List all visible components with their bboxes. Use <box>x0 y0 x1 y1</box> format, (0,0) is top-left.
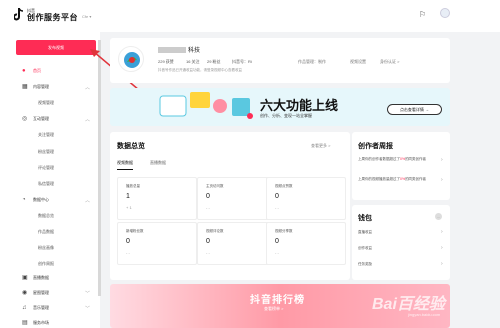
wallet-row-creation[interactable]: 创作收益 <box>358 246 372 251</box>
weekly-line-creator[interactable]: 上周你的创作者数据超过了0%的同类创作者 <box>358 157 446 162</box>
sidebar-item-follow[interactable]: 关注管理 <box>38 132 54 138</box>
works-manage-meta[interactable]: 作品管理：制作 <box>298 59 326 65</box>
chevron-right-icon[interactable]: › <box>441 229 443 235</box>
banner-subtitle: 创作、分析、变现一站全掌握 <box>260 113 312 118</box>
wallet-row-tasks[interactable]: 任务奖励 <box>358 262 372 267</box>
verification-link[interactable]: 身份认证 > <box>380 59 399 65</box>
ranking-view-link[interactable]: 查看榜单 > <box>264 306 283 312</box>
sidebar-item-content[interactable]: ▦ 内容管理 ︿ <box>22 84 96 91</box>
metric-play-count: 播放总量 1 + 1 <box>117 177 197 220</box>
interaction-icon: ◎ <box>22 116 28 122</box>
stat-likes: 229 获赞 <box>158 59 174 64</box>
ranking-title: 抖音排行榜 <box>250 295 305 306</box>
metric-video-comments: 视频评论数 0 - - <box>197 222 277 265</box>
watermark-url: jingyan.baidu.com <box>408 312 441 317</box>
live-icon: ▣ <box>22 275 28 281</box>
chevron-right-icon[interactable]: › <box>441 261 443 267</box>
star-icon: ◉ <box>22 290 28 296</box>
sidebar-item-live-data[interactable]: ▣ 直播数据 <box>22 275 96 281</box>
account-bio: 抖音号作品已开通收益功能，请登录视频中心查看收益 <box>158 68 242 72</box>
music-icon: ♫ <box>22 305 27 311</box>
chevron-down-icon: ﹀ <box>84 290 90 297</box>
pie-chart-icon: ◔ <box>22 197 26 203</box>
notification-icon[interactable]: ⚐ <box>419 10 426 19</box>
sidebar-item-video-manage[interactable]: 视频管理 <box>38 100 54 106</box>
sidebar-item-service-market[interactable]: ▤ 服务市场 <box>22 320 96 326</box>
sidebar-item-interaction[interactable]: ◎ 互动管理 ︿ <box>22 116 96 123</box>
version-badge[interactable]: Cfe ▾ <box>82 14 91 19</box>
banner-details-button[interactable]: 点击查看详情 → <box>387 104 442 115</box>
metric-new-fans: 新增粉丝数 0 - - <box>117 222 197 265</box>
weekly-report-title: 创作者周报 <box>358 143 393 150</box>
tab-live-data[interactable]: 直播数据 <box>150 160 166 166</box>
stat-following: 16 关注 <box>186 59 200 64</box>
sidebar-item-star-map[interactable]: ◉ 星图管理 ﹀ <box>22 290 96 297</box>
account-avatar[interactable] <box>118 46 144 72</box>
chevron-right-icon[interactable]: › <box>441 177 443 183</box>
wallet-row-live[interactable]: 直播收益 <box>358 230 372 235</box>
metric-video-shares: 视频分享数 0 - - <box>266 222 346 265</box>
baidu-watermark: Bai百经验 <box>372 296 445 313</box>
stat-douyin-id: 抖音号：Ri <box>232 59 252 64</box>
account-name: 科技 <box>158 45 200 54</box>
sidebar-item-data-center[interactable]: ◔ 数据中心 ︿ <box>22 197 96 204</box>
shop-icon: ▤ <box>22 320 28 326</box>
grid-icon: ▦ <box>22 84 28 90</box>
sidebar-item-music[interactable]: ♫ 音乐管理 ﹀ <box>22 305 96 312</box>
metric-video-likes: 视频点赞数 0 - - <box>266 177 346 220</box>
top-bar: 抖音 创作服务平台 Cfe ▾ ⚐ <box>0 0 500 32</box>
data-overview-title: 数据总览 <box>117 143 145 150</box>
view-more-link[interactable]: 查看更多 > <box>311 143 330 149</box>
home-icon: ● <box>22 68 26 74</box>
wallet-title: 钱包 <box>358 215 372 222</box>
more-icon[interactable]: … <box>435 213 442 220</box>
sidebar-item-weekly-report[interactable]: 创作周报 <box>38 261 54 267</box>
douyin-logo-icon[interactable] <box>14 8 24 22</box>
weekly-line-plays[interactable]: 上周你的视频播放量超过了0%的同类创作者 <box>358 177 446 182</box>
blurred-name <box>158 47 186 54</box>
publish-video-button[interactable]: 发布视频 <box>16 40 96 55</box>
chevron-up-icon: ︿ <box>84 197 90 204</box>
chevron-right-icon[interactable]: › <box>441 245 443 251</box>
chevron-down-icon: ﹀ <box>84 305 90 312</box>
sidebar-item-home[interactable]: ● 首页 <box>22 68 96 74</box>
sidebar-item-fans-profile[interactable]: 粉丝画像 <box>38 245 54 251</box>
sidebar-item-fans[interactable]: 粉丝管理 <box>38 149 54 155</box>
chevron-up-icon: ︿ <box>84 84 90 91</box>
user-avatar[interactable] <box>440 8 450 18</box>
sidebar-item-messages[interactable]: 私信管理 <box>38 181 54 187</box>
metric-profile-visits: 主页访问数 0 - - <box>197 177 277 220</box>
stat-fans: 29 粉丝 <box>207 59 221 64</box>
chevron-right-icon[interactable]: › <box>441 157 443 163</box>
banner-title: 六大功能上线 <box>260 98 339 113</box>
tab-video-data[interactable]: 视频数据 <box>117 160 133 170</box>
sidebar-item-comments[interactable]: 评论管理 <box>38 165 54 171</box>
logo-title[interactable]: 创作服务平台 <box>27 12 78 23</box>
sidebar <box>0 32 100 328</box>
sidebar-item-data-overview[interactable]: 数据总览 <box>38 213 54 219</box>
video-settings-link[interactable]: 视频设置 <box>350 59 366 65</box>
chevron-up-icon: ︿ <box>84 116 90 123</box>
sidebar-item-works-data[interactable]: 作品数据 <box>38 229 54 235</box>
